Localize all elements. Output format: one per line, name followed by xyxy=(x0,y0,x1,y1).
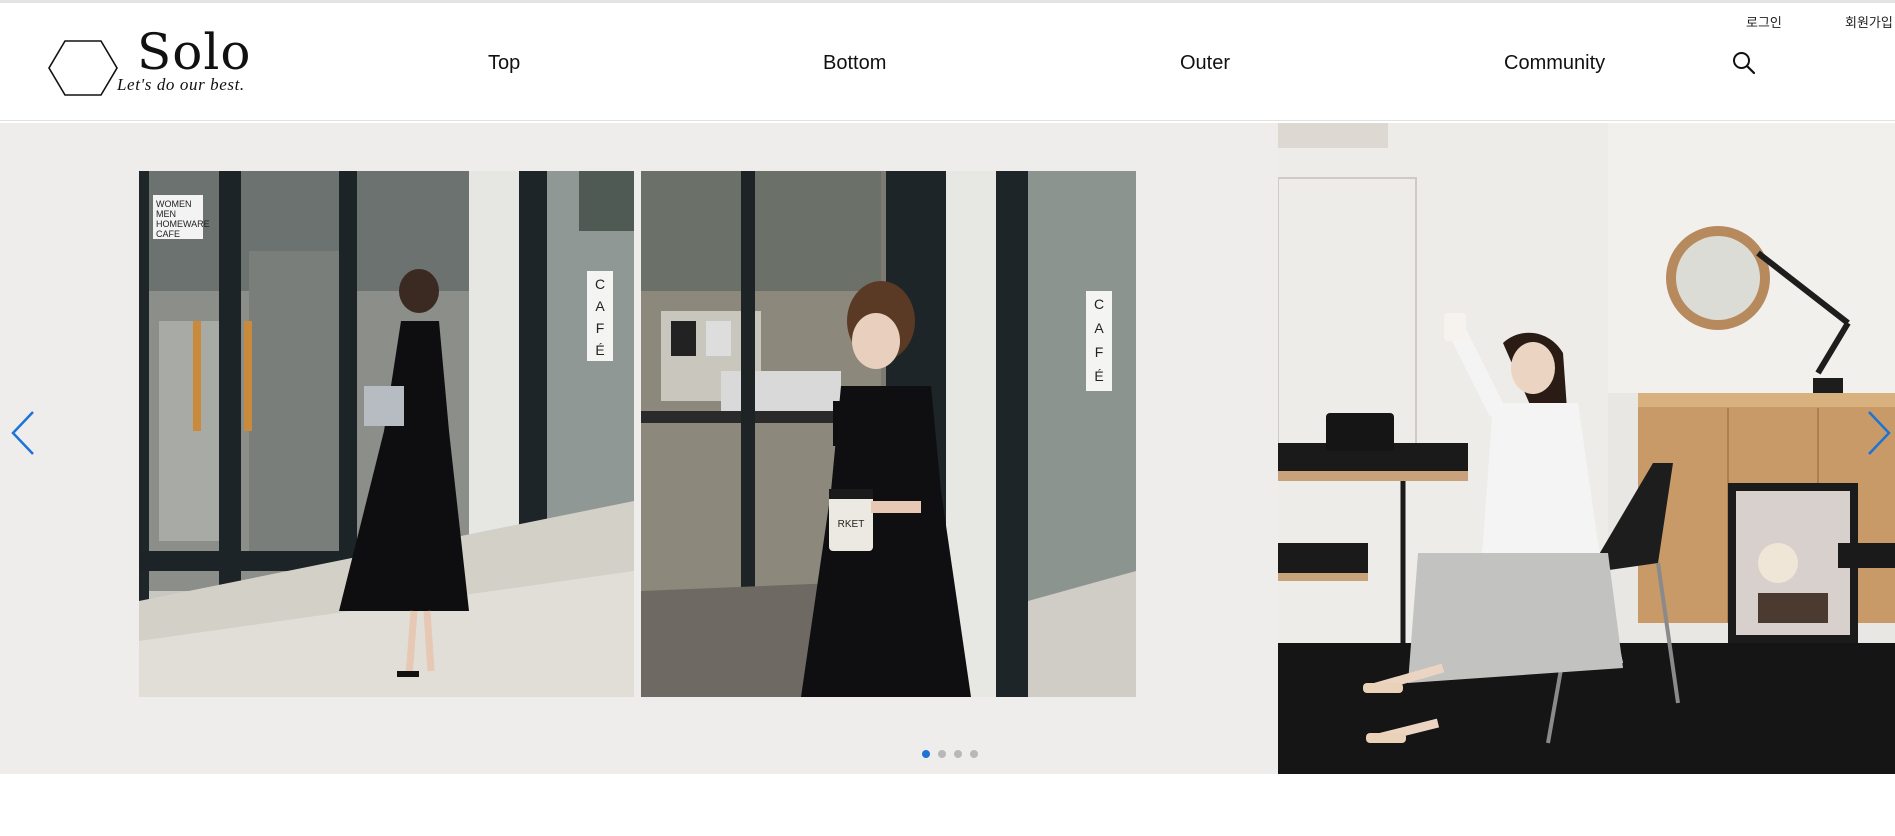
cafe-sign-2d: É xyxy=(1094,368,1103,384)
cafe-sign-2b: A xyxy=(1094,320,1104,336)
hero-slider[interactable]: WOMEN MEN HOMEWARE CAFE C A F É C A F É … xyxy=(0,123,1895,774)
cafe-sign-2a: C xyxy=(1094,296,1104,312)
slider-dot-2[interactable] xyxy=(938,750,946,758)
site-header: Solo Let's do our best. 로그인 회원가입 Top Bot… xyxy=(0,3,1895,121)
brand-name: Solo xyxy=(137,23,252,81)
slide-photo-storefront-walk[interactable]: WOMEN MEN HOMEWARE CAFE C A F É xyxy=(139,171,634,697)
cafe-sign-1d: É xyxy=(595,342,604,358)
window-sign-line-3: HOMEWARE xyxy=(156,219,210,229)
window-sign-line-2: MEN xyxy=(156,209,176,219)
slider-dot-1[interactable] xyxy=(922,750,930,758)
cup-print: RKET xyxy=(838,519,865,530)
nav-item-outer[interactable]: Outer xyxy=(1180,52,1230,75)
cafe-sign-2c: F xyxy=(1095,344,1104,360)
slide-photo-cafe-sitting[interactable] xyxy=(1278,123,1895,774)
cafe-sign-1b: A xyxy=(595,298,605,314)
signup-link[interactable]: 회원가입 xyxy=(1845,12,1893,31)
chevron-left-icon[interactable] xyxy=(9,408,39,458)
hexagon-logo-icon xyxy=(48,40,118,96)
nav-item-bottom[interactable]: Bottom xyxy=(823,52,886,75)
brand-tagline: Let's do our best. xyxy=(117,75,245,94)
slide-panel-left: WOMEN MEN HOMEWARE CAFE C A F É C A F É … xyxy=(0,123,1278,774)
nav-item-top[interactable]: Top xyxy=(488,52,520,75)
cafe-sign-1: C xyxy=(595,276,605,292)
search-icon[interactable] xyxy=(1731,50,1757,76)
slider-dot-4[interactable] xyxy=(970,750,978,758)
chevron-right-icon[interactable] xyxy=(1863,408,1893,458)
cafe-sign-1c: F xyxy=(596,320,605,336)
slide-photo-holding-cup[interactable]: C A F É RKET xyxy=(641,171,1136,697)
login-link[interactable]: 로그인 xyxy=(1746,12,1782,31)
brand-logo[interactable]: Solo Let's do our best. xyxy=(47,23,307,105)
slider-pagination xyxy=(922,750,978,760)
window-sign-line-4: CAFE xyxy=(156,229,180,239)
slider-dot-3[interactable] xyxy=(954,750,962,758)
window-sign-line-1: WOMEN xyxy=(156,199,192,209)
nav-item-community[interactable]: Community xyxy=(1504,52,1605,75)
